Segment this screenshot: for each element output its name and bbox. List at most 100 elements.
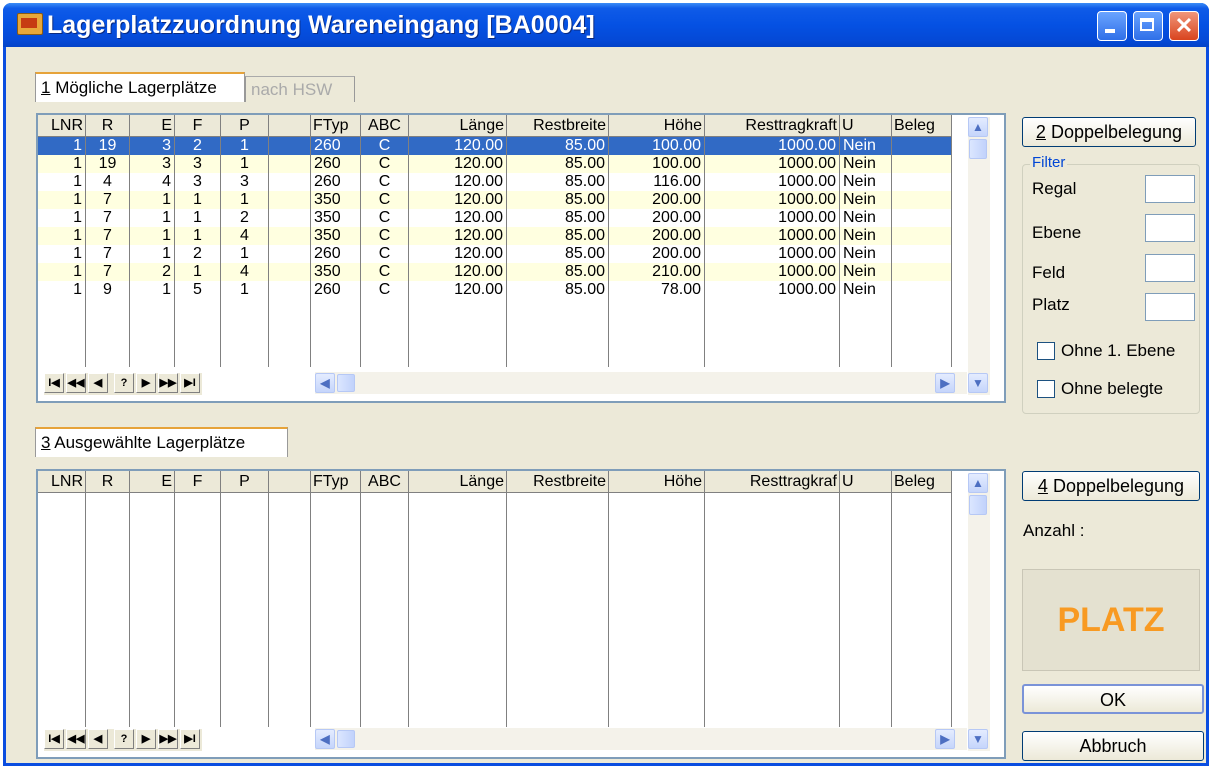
nav-last-button[interactable]: ▶I (180, 373, 200, 393)
table-row[interactable]: 1 7 1 1 2 350 C 120.00 85.00 200.00 1000.00 Nein (38, 209, 952, 227)
nav-prev-button[interactable]: ◀ (88, 373, 108, 393)
table-cell (269, 245, 311, 263)
nav-first-button[interactable]: I◀ (44, 729, 64, 749)
column-header[interactable]: Resttragkraft (705, 115, 840, 137)
column-header[interactable]: Beleg (892, 471, 952, 493)
scroll-thumb[interactable] (969, 495, 987, 515)
close-button[interactable]: ✕ (1169, 11, 1199, 41)
column-header[interactable]: R (86, 115, 130, 137)
table-cell (892, 281, 952, 299)
vertical-scrollbar[interactable]: ▲ ▼ (968, 473, 990, 751)
scroll-right-button[interactable]: ▶ (935, 373, 955, 393)
tab-ausgewaehlte-lagerplaetze[interactable]: 3 Ausgewählte Lagerplätze (35, 427, 288, 457)
table-row[interactable]: 1 7 1 1 4 350 C 120.00 85.00 200.00 1000.00 Nein (38, 227, 952, 245)
column-header[interactable]: P (221, 471, 269, 493)
ebene-input[interactable] (1145, 214, 1195, 242)
nav-next-button[interactable]: ▶ (136, 373, 156, 393)
scroll-down-button[interactable]: ▼ (968, 373, 988, 393)
column-header[interactable]: F (175, 471, 221, 493)
nav-search-button[interactable]: ? (114, 373, 134, 393)
grid-body: 1 19 3 2 1 260 C 120.00 85.00 100.00 1000.00 Nein 1 1… (38, 137, 952, 299)
nav-next-page-button[interactable]: ▶▶ (158, 373, 178, 393)
dialog-client-area: 1 Mögliche Lagerplätze nach HSW LNR R E F P F… (6, 47, 1206, 763)
column-header[interactable]: ABC (361, 471, 409, 493)
column-header[interactable]: E (130, 115, 175, 137)
nav-next-button[interactable]: ▶ (136, 729, 156, 749)
table-cell: 120.00 (409, 281, 507, 299)
ausgewaehlte-lagerplaetze-grid[interactable]: LNR R E F P FTyp ABC Länge Restbreite Höhe Resttra… (36, 469, 1006, 759)
scroll-thumb[interactable] (337, 730, 355, 748)
nav-next-page-button[interactable]: ▶▶ (158, 729, 178, 749)
doppelbelegung-button-2[interactable]: 2 Doppelbelegung (1022, 117, 1196, 147)
column-header[interactable]: FTyp (311, 115, 361, 137)
ohne-belegte-checkbox[interactable] (1037, 380, 1055, 398)
ok-button[interactable]: OK (1022, 684, 1204, 714)
minimize-button[interactable] (1097, 11, 1127, 41)
scroll-thumb[interactable] (337, 374, 355, 392)
table-cell (269, 227, 311, 245)
column-header[interactable]: U (840, 115, 892, 137)
table-row[interactable]: 1 7 1 1 1 350 C 120.00 85.00 200.00 1000.00 Nein (38, 191, 952, 209)
column-header[interactable]: U (840, 471, 892, 493)
table-row[interactable]: 1 7 1 2 1 260 C 120.00 85.00 200.00 1000.00 Nein (38, 245, 952, 263)
grid-navigator: I◀ ◀◀ ◀? ▶ ▶▶ ▶I (44, 729, 202, 751)
nav-prev-page-button[interactable]: ◀◀ (66, 373, 86, 393)
column-header[interactable]: Länge (409, 115, 507, 137)
tab-moegliche-lagerplaetze[interactable]: 1 Mögliche Lagerplätze (35, 72, 245, 102)
column-header[interactable]: F (175, 115, 221, 137)
table-cell: 3 (175, 155, 221, 173)
scroll-down-button[interactable]: ▼ (968, 729, 988, 749)
title-bar[interactable]: Lagerplatzzuordnung Wareneingang [BA0004… (3, 3, 1209, 47)
column-header[interactable]: FTyp (311, 471, 361, 493)
column-header[interactable]: Restbreite (507, 471, 609, 493)
column-header[interactable]: Länge (409, 471, 507, 493)
maximize-button[interactable] (1133, 11, 1163, 41)
scroll-left-button[interactable]: ◀ (315, 373, 335, 393)
column-header[interactable] (269, 471, 311, 493)
table-cell: Nein (840, 209, 892, 227)
scroll-thumb[interactable] (969, 139, 987, 159)
column-divider (506, 299, 507, 367)
nav-prev-button[interactable]: ◀ (88, 729, 108, 749)
horizontal-scrollbar[interactable]: ◀ ▶ (315, 728, 967, 750)
table-cell (269, 281, 311, 299)
scroll-right-button[interactable]: ▶ (935, 729, 955, 749)
column-divider (129, 299, 130, 367)
column-header[interactable]: R (86, 471, 130, 493)
moegliche-lagerplaetze-grid[interactable]: LNR R E F P FTyp ABC Länge Restbreite Höhe Resttra… (36, 113, 1006, 403)
column-header[interactable]: LNR (38, 471, 86, 493)
nav-prev-page-button[interactable]: ◀◀ (66, 729, 86, 749)
table-row[interactable]: 1 7 2 1 4 350 C 120.00 85.00 210.00 1000.00 Nein (38, 263, 952, 281)
column-header[interactable]: Höhe (609, 471, 705, 493)
cancel-button[interactable]: Abbruch (1022, 731, 1204, 761)
scroll-up-button[interactable]: ▲ (968, 473, 988, 493)
doppelbelegung-button-4[interactable]: 4 Doppelbelegung (1022, 471, 1200, 501)
column-header[interactable]: Beleg (892, 115, 952, 137)
table-row[interactable]: 1 9 1 5 1 260 C 120.00 85.00 78.00 1000.00 Nein (38, 281, 952, 299)
tab-nach-hsw[interactable]: nach HSW (245, 76, 355, 102)
scroll-up-button[interactable]: ▲ (968, 117, 988, 137)
table-row[interactable]: 1 19 3 2 1 260 C 120.00 85.00 100.00 1000.00 Nein (38, 137, 952, 155)
column-header[interactable]: Restbreite (507, 115, 609, 137)
table-row[interactable]: 1 19 3 3 1 260 C 120.00 85.00 100.00 1000.00 Nein (38, 155, 952, 173)
column-header[interactable]: E (130, 471, 175, 493)
feld-input[interactable] (1145, 254, 1195, 282)
horizontal-scrollbar[interactable]: ◀ ▶ (315, 372, 967, 394)
nav-search-button[interactable]: ? (114, 729, 134, 749)
ohne-erste-ebene-checkbox[interactable] (1037, 342, 1055, 360)
nav-first-button[interactable]: I◀ (44, 373, 64, 393)
vertical-scrollbar[interactable]: ▲ ▼ (968, 117, 990, 395)
column-header[interactable]: Resttragkraf (705, 471, 840, 493)
nav-last-button[interactable]: ▶I (180, 729, 200, 749)
column-divider (268, 299, 269, 367)
column-header[interactable] (269, 115, 311, 137)
column-header[interactable]: Höhe (609, 115, 705, 137)
window-title: Lagerplatzzuordnung Wareneingang [BA0004… (47, 11, 595, 39)
platz-input[interactable] (1145, 293, 1195, 321)
column-header[interactable]: ABC (361, 115, 409, 137)
scroll-left-button[interactable]: ◀ (315, 729, 335, 749)
column-header[interactable]: LNR (38, 115, 86, 137)
regal-input[interactable] (1145, 175, 1195, 203)
column-header[interactable]: P (221, 115, 269, 137)
table-row[interactable]: 1 4 4 3 3 260 C 120.00 85.00 116.00 1000.00 Nein (38, 173, 952, 191)
